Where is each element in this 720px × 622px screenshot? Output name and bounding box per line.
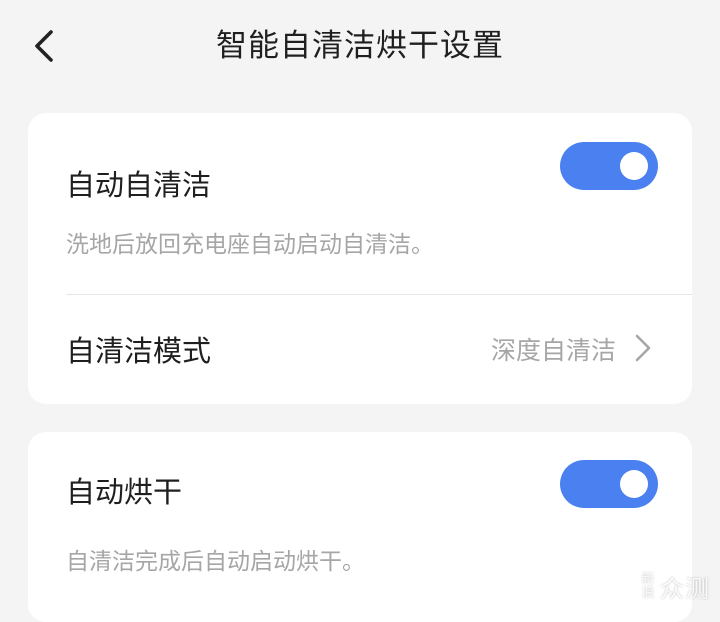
top-bar: 智能自清洁烘干设置 <box>0 0 720 92</box>
toggle-knob <box>620 470 648 498</box>
auto-self-clean-label: 自动自清洁 <box>66 168 212 202</box>
self-clean-mode-label: 自清洁模式 <box>66 334 212 368</box>
auto-dry-label: 自动烘干 <box>66 475 183 509</box>
watermark-badge: 新浪 <box>641 571 655 601</box>
self-clean-mode-row[interactable]: 自清洁模式 深度自清洁 <box>28 295 692 404</box>
auto-self-clean-toggle[interactable] <box>560 142 658 190</box>
auto-dry-description: 自清洁完成后自动启动烘干。 <box>66 549 365 575</box>
chevron-right-icon <box>635 334 651 362</box>
watermark: 新浪 众测 <box>640 569 710 604</box>
auto-dry-toggle[interactable] <box>560 460 658 508</box>
self-clean-mode-value: 深度自清洁 <box>490 336 616 365</box>
auto-self-clean-description: 洗地后放回充电座自动启动自清洁。 <box>66 232 434 258</box>
watermark-text: 众测 <box>660 575 710 603</box>
page-title: 智能自清洁烘干设置 <box>216 28 504 64</box>
auto-dry-card: 自动烘干 自清洁完成后自动启动烘干。 <box>28 432 692 622</box>
self-clean-card: 自动自清洁 洗地后放回充电座自动启动自清洁。 自清洁模式 深度自清洁 <box>28 113 692 404</box>
toggle-knob <box>620 152 648 180</box>
